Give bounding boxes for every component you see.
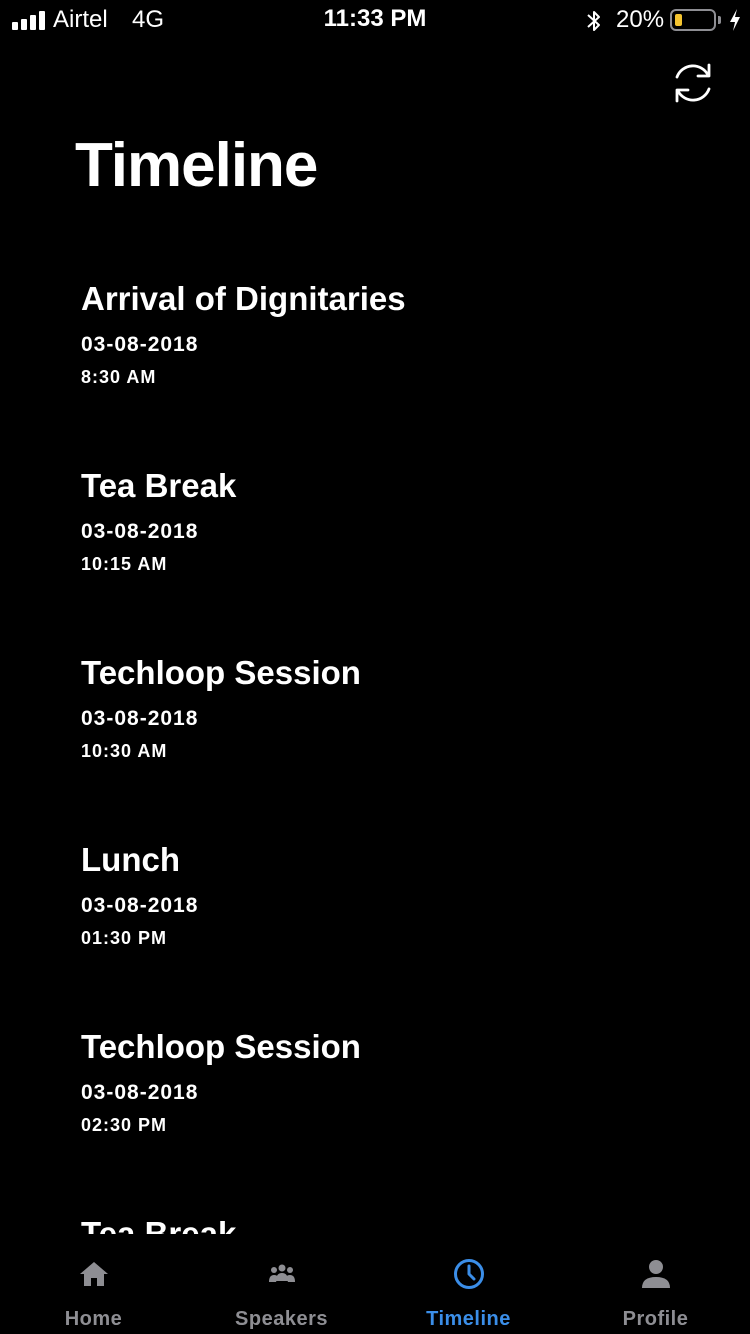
bluetooth-icon bbox=[587, 11, 600, 31]
refresh-icon[interactable] bbox=[668, 58, 718, 108]
tab-home[interactable]: Home bbox=[0, 1234, 187, 1334]
event-time: 02:30 PM bbox=[81, 1115, 168, 1135]
tab-label: Timeline bbox=[426, 1308, 511, 1330]
event-date: 03-08-2018 bbox=[81, 894, 199, 917]
tab-label: Profile bbox=[622, 1308, 689, 1330]
timeline-item[interactable]: Lunch 03-08-2018 01:30 PM bbox=[81, 829, 701, 979]
timeline-list[interactable]: Arrival of Dignitaries 03-08-2018 8:30 A… bbox=[0, 268, 750, 1234]
event-time: 10:30 AM bbox=[81, 741, 168, 761]
page-title: Timeline bbox=[75, 131, 318, 200]
tab-speakers[interactable]: Speakers bbox=[188, 1234, 375, 1334]
tab-label: Speakers bbox=[235, 1308, 328, 1330]
clock-icon bbox=[453, 1259, 484, 1289]
event-title: Arrival of Dignitaries bbox=[81, 280, 406, 317]
event-date: 03-08-2018 bbox=[81, 707, 199, 730]
timeline-item[interactable]: Tea Break 03-08-2018 10:15 AM bbox=[81, 455, 701, 605]
charging-bolt-icon bbox=[730, 9, 740, 31]
event-time: 8:30 AM bbox=[81, 367, 157, 387]
timeline-item[interactable]: Arrival of Dignitaries 03-08-2018 8:30 A… bbox=[81, 268, 701, 418]
timeline-item[interactable]: Techloop Session 03-08-2018 02:30 PM bbox=[81, 1016, 701, 1166]
tab-profile[interactable]: Profile bbox=[562, 1234, 749, 1334]
people-icon bbox=[268, 1264, 295, 1282]
battery-percent: 20% bbox=[616, 6, 665, 33]
battery-nub bbox=[718, 16, 721, 24]
home-icon bbox=[79, 1262, 108, 1286]
battery-icon bbox=[670, 9, 716, 31]
status-bar: Airtel 4G 11:33 PM 20% bbox=[0, 0, 750, 40]
event-date: 03-08-2018 bbox=[81, 1081, 199, 1104]
event-time: 10:15 AM bbox=[81, 554, 168, 574]
event-title: Lunch bbox=[81, 841, 180, 878]
tab-timeline[interactable]: Timeline bbox=[375, 1234, 562, 1334]
tab-bar: Home Speakers Timeline Profile bbox=[0, 1234, 750, 1334]
person-icon bbox=[641, 1260, 670, 1288]
event-time: 01:30 PM bbox=[81, 928, 168, 948]
event-date: 03-08-2018 bbox=[81, 333, 199, 356]
event-date: 03-08-2018 bbox=[81, 520, 199, 543]
timeline-item[interactable]: Tea Break bbox=[81, 1203, 701, 1234]
event-title: Techloop Session bbox=[81, 1028, 361, 1065]
event-title: Tea Break bbox=[81, 467, 237, 504]
event-title: Tea Break bbox=[81, 1215, 237, 1234]
timeline-item[interactable]: Techloop Session 03-08-2018 10:30 AM bbox=[81, 642, 701, 792]
event-title: Techloop Session bbox=[81, 654, 361, 691]
tab-label: Home bbox=[64, 1308, 123, 1330]
